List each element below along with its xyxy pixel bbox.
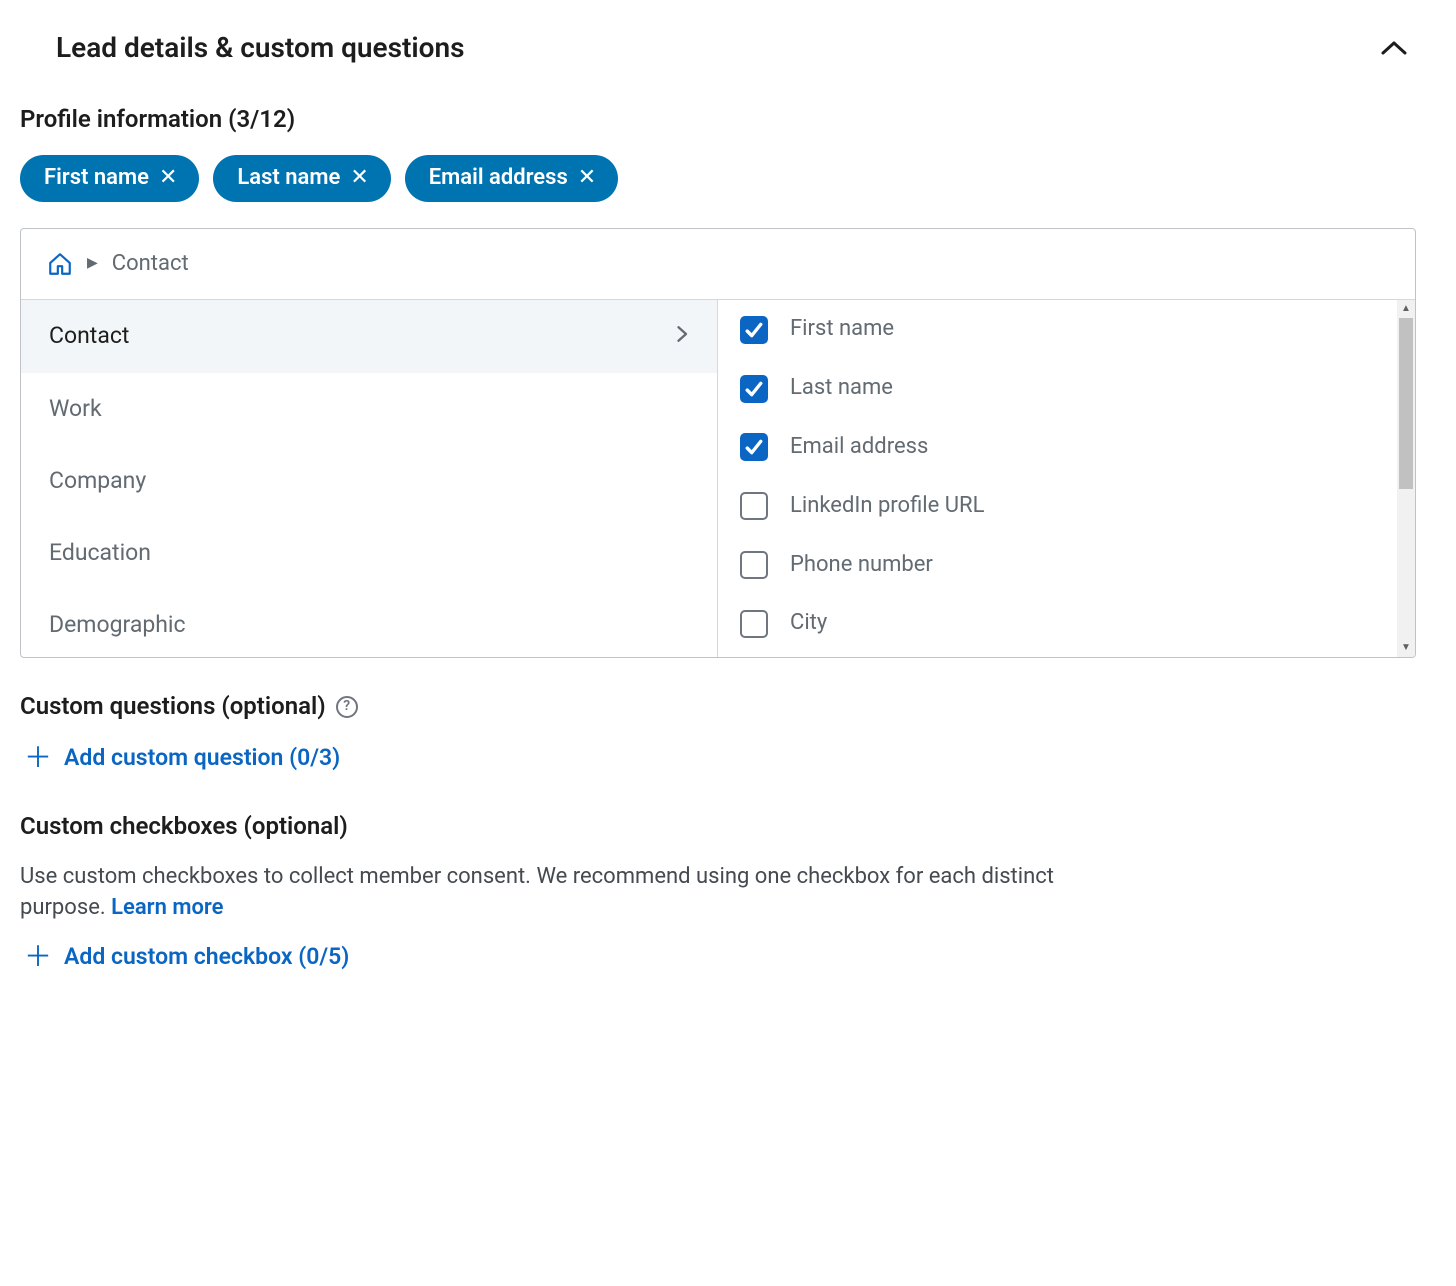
close-icon: ✕: [159, 163, 177, 194]
field-last-name[interactable]: Last name: [718, 359, 1399, 418]
plus-icon: ＋: [24, 943, 52, 971]
plus-icon: ＋: [24, 744, 52, 772]
field-email-address[interactable]: Email address: [718, 418, 1399, 477]
category-work[interactable]: Work: [21, 373, 717, 445]
breadcrumb: ▶ Contact: [21, 229, 1415, 300]
field-label: Phone number: [790, 550, 933, 581]
checkbox[interactable]: [740, 610, 768, 638]
pill-first-name[interactable]: First name ✕: [20, 155, 199, 202]
category-list: Contact Work Company Education Demograph…: [21, 300, 718, 657]
add-custom-question-button[interactable]: ＋ Add custom question (0/3): [20, 742, 340, 774]
checkbox[interactable]: [740, 551, 768, 579]
pill-label: Last name: [237, 163, 340, 194]
profile-info-title: Profile information (3/12): [20, 103, 1416, 137]
add-custom-checkbox-button[interactable]: ＋ Add custom checkbox (0/5): [20, 941, 349, 973]
checkbox[interactable]: [740, 492, 768, 520]
field-label: City: [790, 608, 827, 639]
breadcrumb-separator-icon: ▶: [87, 254, 98, 274]
pill-label: Email address: [429, 163, 568, 194]
field-list: First name Last name Email address: [718, 300, 1415, 657]
help-icon[interactable]: ?: [336, 696, 358, 718]
home-icon[interactable]: [47, 251, 73, 277]
panel-body: Contact Work Company Education Demograph…: [21, 299, 1415, 657]
add-question-label: Add custom question (0/3): [64, 742, 340, 774]
category-education[interactable]: Education: [21, 517, 717, 589]
field-city[interactable]: City: [718, 594, 1399, 653]
custom-questions-title: Custom questions (optional): [20, 690, 326, 724]
category-demographic[interactable]: Demographic: [21, 589, 717, 657]
checkbox[interactable]: [740, 375, 768, 403]
section-title: Lead details & custom questions: [56, 28, 465, 67]
custom-checkboxes-description: Use custom checkboxes to collect member …: [20, 862, 1120, 924]
field-selector-panel: ▶ Contact Contact Work Company Educatio: [20, 228, 1416, 659]
collapse-toggle[interactable]: [1380, 38, 1408, 58]
chevron-right-icon: [677, 320, 689, 352]
scrollbar[interactable]: ▲ ▼: [1397, 300, 1415, 657]
category-company[interactable]: Company: [21, 445, 717, 517]
checkbox[interactable]: [740, 433, 768, 461]
scroll-up-icon[interactable]: ▲: [1397, 300, 1415, 318]
category-label: Demographic: [49, 609, 186, 641]
section-header: Lead details & custom questions: [20, 24, 1416, 103]
field-label: LinkedIn profile URL: [790, 491, 984, 522]
selected-pills-row: First name ✕ Last name ✕ Email address ✕: [20, 155, 1416, 202]
chevron-up-icon: [1380, 38, 1408, 58]
field-label: Email address: [790, 432, 928, 463]
close-icon: ✕: [350, 163, 368, 194]
category-label: Education: [49, 537, 151, 569]
category-contact[interactable]: Contact: [21, 300, 717, 372]
breadcrumb-current: Contact: [112, 249, 189, 280]
category-label: Company: [49, 465, 146, 497]
pill-label: First name: [44, 163, 149, 194]
scroll-thumb[interactable]: [1399, 318, 1413, 489]
pill-last-name[interactable]: Last name ✕: [213, 155, 390, 202]
learn-more-link[interactable]: Learn more: [111, 895, 223, 920]
field-first-name[interactable]: First name: [718, 300, 1399, 359]
custom-checkboxes-title: Custom checkboxes (optional): [20, 810, 1416, 844]
close-icon: ✕: [578, 163, 596, 194]
category-label: Contact: [49, 320, 129, 352]
scroll-down-icon[interactable]: ▼: [1397, 639, 1415, 657]
field-label: First name: [790, 314, 894, 345]
add-checkbox-label: Add custom checkbox (0/5): [64, 941, 349, 973]
pill-email-address[interactable]: Email address ✕: [405, 155, 618, 202]
field-phone-number[interactable]: Phone number: [718, 536, 1399, 595]
category-label: Work: [49, 393, 102, 425]
checkbox[interactable]: [740, 316, 768, 344]
field-linkedin-url[interactable]: LinkedIn profile URL: [718, 477, 1399, 536]
field-label: Last name: [790, 373, 893, 404]
